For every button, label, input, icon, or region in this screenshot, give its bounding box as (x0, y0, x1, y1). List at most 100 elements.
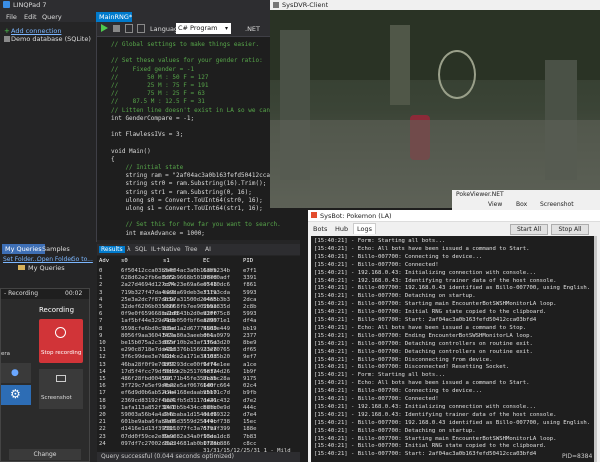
table-cell: a29871e1 (203, 318, 230, 325)
tab-logs[interactable]: Logs (353, 223, 376, 234)
tab-il-native[interactable]: IL+Native (151, 246, 181, 253)
pokemon-creature (438, 50, 476, 99)
table-cell: 0 (99, 268, 103, 274)
tab-mainrng[interactable]: MainRNG* (96, 12, 132, 22)
tab-samples[interactable]: Samples (42, 245, 70, 253)
log-line: [15:40:21] - 192.168.0.43: Identifying t… (314, 411, 557, 418)
log-line: [15:40:21] - 192.168.0.43: Initializing … (314, 269, 537, 276)
code-line: // Set these values for your gender rati… (111, 57, 263, 65)
stop-record-icon (55, 327, 66, 338)
tab-tree[interactable]: Tree (185, 246, 198, 253)
camera-icon (56, 375, 66, 382)
sysbot-title-bar: SysBot: Pokemon (LA) (308, 210, 600, 222)
table-cell: 3391 (243, 275, 257, 282)
sysbot-app-icon (311, 212, 317, 218)
table-cell: 188e (243, 426, 257, 433)
gear-icon: ⚙ (10, 387, 21, 401)
log-scrollbar[interactable] (594, 236, 597, 462)
log-line: [15:40:21] - Echo: All bots have been is… (314, 245, 530, 252)
code-line: int maxAdvance = 1000; (111, 229, 205, 237)
table-cell: 3 (99, 289, 103, 296)
tab-ai[interactable]: AI (205, 246, 211, 253)
demo-database-item[interactable]: Demo database (SQLite) (11, 35, 91, 43)
game-video-feed (270, 10, 600, 208)
sysdvr-title: SysDVR-Client (282, 1, 329, 9)
run-icon[interactable] (101, 24, 108, 32)
stone-pillar-center (390, 25, 410, 105)
stop-recording-button[interactable]: Stop recording (39, 319, 83, 363)
table-cell: 21 (99, 419, 106, 426)
table-cell: 16 (99, 383, 106, 390)
table-cell: 22 (99, 426, 106, 433)
table-cell: 15ec (243, 419, 257, 426)
code-line: // 87.5 M : 12.5 F = 31 (111, 98, 205, 106)
open-folder-link[interactable]: Open Folder (37, 256, 73, 263)
table-cell: 33193cda (203, 289, 230, 296)
code-line: // 50 M : 50 F = 127 (111, 73, 209, 81)
recorder-title: - Recording (4, 290, 39, 297)
folder-icon (18, 265, 25, 270)
tab-box[interactable]: Box (516, 201, 527, 208)
screenshot-button[interactable]: Screenshot (39, 369, 83, 409)
change-button[interactable]: Change (9, 449, 81, 460)
table-cell: df4a0979 (203, 332, 230, 339)
menu-edit[interactable]: Edit (24, 13, 37, 21)
go-to-link[interactable]: Go to... (71, 256, 93, 263)
log-line: [15:40:21] - Billo-007700: Disconnected!… (314, 364, 510, 371)
tab-hub[interactable]: Hub (335, 225, 348, 233)
grid-header[interactable]: EC (203, 258, 210, 264)
log-line: [15:40:21] - Billo-007700: Detaching con… (314, 348, 533, 355)
log-line: [15:40:21] - Billo-007700: Initial RNG s… (314, 309, 547, 316)
language-select[interactable]: C# Program (176, 23, 231, 34)
table-cell: 2377 (243, 332, 257, 339)
tab-my-queries[interactable]: My Queries (2, 244, 45, 254)
table-cell: 1b9f (243, 368, 257, 375)
layout-icon[interactable] (137, 24, 145, 33)
table-cell: 7 (99, 318, 103, 325)
grid-header[interactable]: s0 (121, 258, 128, 264)
tab-sql[interactable]: SQL (135, 246, 147, 253)
grid-header[interactable]: PID (243, 258, 253, 264)
results-grid[interactable]: Adv s0 s1 EC PID 0 6f50412cca03bf4d 2af04ac3a0b… (97, 256, 300, 452)
grid-icon[interactable] (125, 24, 133, 33)
screenshot-label: Screenshot (41, 395, 72, 401)
table-cell: 12 (99, 354, 106, 361)
dotnet-label[interactable]: .NET (245, 25, 260, 33)
code-line: string str0 = ram.Substring(16).Trim(); (111, 180, 267, 188)
code-line: // 25 M : 75 F = 191 (111, 82, 209, 89)
log-output[interactable]: [15:40:21] - Form: Starting all bots...[… (311, 236, 597, 462)
menu-file[interactable]: File (6, 13, 17, 21)
tab-bots[interactable]: Bots (313, 225, 327, 233)
add-icon: + (4, 27, 10, 35)
table-cell: 8 (99, 325, 103, 332)
code-line: string str1 = ram.Substring(0, 16); (111, 188, 252, 196)
table-cell: 10 (99, 340, 106, 346)
settings-button[interactable]: ⚙ (1, 385, 31, 405)
table-cell: 9ef4e1ee (203, 361, 230, 368)
stop-icon[interactable] (113, 25, 120, 32)
log-line: [15:40:21] - Billo-007700: Starting main… (314, 301, 557, 308)
grid-header[interactable]: s1 (163, 258, 170, 264)
code-line: // Set this for how far you want to sear… (111, 221, 281, 229)
log-line: [15:40:21] - Billo-007700: Connected! (314, 396, 439, 402)
table-cell: 5993 (243, 289, 257, 296)
tab-lambda[interactable]: λ (127, 246, 131, 253)
menu-query[interactable]: Query (42, 13, 62, 21)
tab-view[interactable]: View (488, 201, 502, 208)
stop-all-button[interactable]: Stop All (551, 224, 589, 235)
my-queries-folder[interactable]: My Queries (28, 264, 65, 272)
log-line: [15:40:21] - 192.168.0.43: Identifying t… (314, 277, 557, 284)
code-line: ulong s1 = Convert.ToUInt64(str1, 16); (111, 205, 263, 212)
tab-results[interactable]: Results (99, 246, 125, 253)
log-line: [15:40:21] - Billo-007700: Start: 2af04a… (314, 451, 537, 458)
tab-screenshot[interactable]: Screenshot (540, 201, 574, 208)
table-cell: b0700adf (203, 275, 230, 282)
set-folder-link[interactable]: Set Folder... (3, 256, 38, 263)
start-all-button[interactable]: Start All (510, 224, 548, 235)
table-cell: d7e2 (243, 397, 257, 404)
table-cell: df4a (243, 318, 257, 325)
mic-button[interactable]: ● (1, 363, 31, 383)
table-cell: e7f10dc6 (203, 282, 230, 289)
grid-header[interactable]: Adv (99, 258, 109, 264)
add-connection-link[interactable]: Add connection (11, 27, 61, 35)
